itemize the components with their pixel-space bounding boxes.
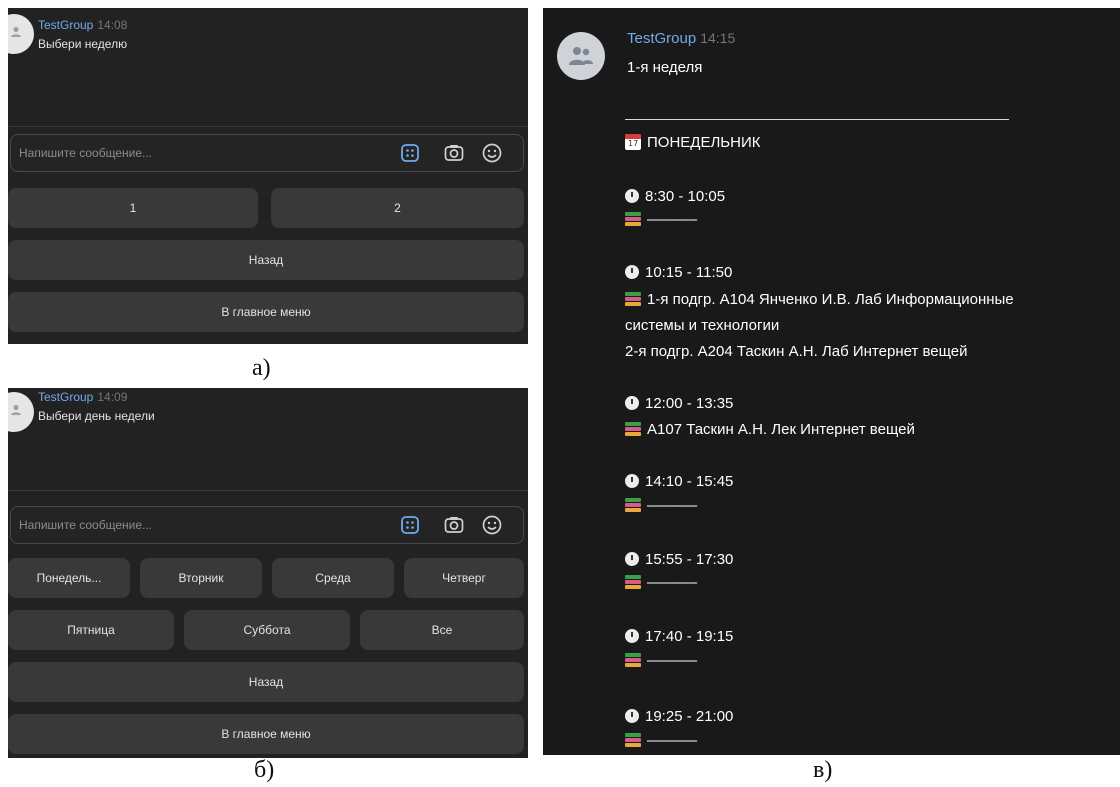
clock-icon [625,189,639,203]
lesson-text: 1-я подгр. А104 Янченко И.В. Лаб Информа… [647,291,1014,308]
message-time: 14:09 [97,390,128,404]
back-button[interactable]: Назад [8,240,524,280]
slot-time-text: 8:30 - 10:05 [645,188,726,205]
panel-schedule: TestGroup 14:15 1-я неделя 17 ПОНЕДЕЛЬНИК … [543,8,1120,755]
group-avatar[interactable] [8,392,34,432]
lesson-text: А107 Таскин А.Н. Лек Интернет вещей [647,421,915,438]
caption-c: в) [813,757,833,783]
separator-line [625,119,1009,120]
books-icon [625,653,641,667]
slot-time: 17:40 - 19:15 [625,628,733,645]
slot-lesson: –––––– [625,652,697,669]
group-avatar[interactable] [557,32,605,80]
slot-time: 19:25 - 21:00 [625,708,733,725]
divider [8,490,528,491]
message-text: Выбери день недели [38,409,155,423]
day-monday-button[interactable]: Понедель... [8,558,130,598]
slot-time: 10:15 - 11:50 [625,264,732,281]
message-time: 14:15 [700,30,736,46]
message-text: Выбери неделю [38,37,128,51]
week-1-button[interactable]: 1 [8,188,258,228]
group-icon [11,404,21,415]
panel-week-select: TestGroup 14:08 Выбери неделю Напишите со… [8,8,528,344]
books-icon [625,212,641,226]
slot-time-text: 12:00 - 13:35 [645,395,734,412]
week-label: 1-я неделя [627,59,703,76]
sender-label[interactable]: TestGroup [38,18,93,32]
clock-icon [625,552,639,566]
day-heading: 17 ПОНЕДЕЛЬНИК [625,134,761,151]
slot-time-text: 17:40 - 19:15 [645,628,734,645]
slot-lesson: 1-я подгр. А104 Янченко И.В. Лаб Информа… [625,291,1014,308]
keyboard-toggle-icon[interactable] [399,142,421,164]
panel-day-select: TestGroup 14:09 Выбери день недели Напиши… [8,388,528,758]
day-thursday-button[interactable]: Четверг [404,558,524,598]
slot-time-text: 15:55 - 17:30 [645,551,734,568]
slot-lesson: –––––– [625,497,697,514]
group-icon [11,26,21,37]
slot-lesson: –––––– [625,574,697,591]
keyboard-toggle-icon[interactable] [399,514,421,536]
message-time: 14:08 [97,18,128,32]
camera-icon[interactable] [443,514,465,536]
message-composer[interactable]: Напишите сообщение... [10,134,524,172]
lesson-text: –––––– [647,211,698,228]
day-wednesday-button[interactable]: Среда [272,558,394,598]
slot-lesson: –––––– [625,732,697,749]
composer-placeholder: Напишите сообщение... [19,146,153,160]
day-tuesday-button[interactable]: Вторник [140,558,262,598]
emoji-icon[interactable] [481,142,503,164]
main-menu-button[interactable]: В главное меню [8,292,524,332]
day-all-button[interactable]: Все [360,610,524,650]
slot-time-text: 10:15 - 11:50 [645,264,733,281]
slot-time-text: 14:10 - 15:45 [645,473,734,490]
sender-label[interactable]: TestGroup [38,390,93,404]
day-friday-button[interactable]: Пятница [8,610,174,650]
books-icon [625,575,641,589]
books-icon [625,498,641,512]
day-name: ПОНЕДЕЛЬНИК [647,134,761,151]
slot-time: 12:00 - 13:35 [625,395,733,412]
composer-placeholder: Напишите сообщение... [19,518,153,532]
message-composer[interactable]: Напишите сообщение... [10,506,524,544]
sender-name[interactable]: TestGroup 14:08 [38,18,127,32]
lesson-text-continued: системы и технологии [625,317,780,334]
camera-icon[interactable] [443,142,465,164]
clock-icon [625,396,639,410]
day-saturday-button[interactable]: Суббота [184,610,350,650]
lesson-text: –––––– [647,574,698,591]
slot-time: 14:10 - 15:45 [625,473,733,490]
week-2-button[interactable]: 2 [271,188,524,228]
books-icon [625,733,641,747]
clock-icon [625,629,639,643]
sender-name[interactable]: TestGroup 14:09 [38,390,127,404]
lesson-text: –––––– [647,497,698,514]
caption-b: б) [254,757,275,783]
lesson-text-subgroup-2: 2-я подгр. А204 Таскин А.Н. Лаб Интернет… [625,343,968,360]
sender-label[interactable]: TestGroup [627,30,696,47]
books-icon [625,422,641,436]
slot-time: 15:55 - 17:30 [625,551,733,568]
slot-time-text: 19:25 - 21:00 [645,708,734,725]
clock-icon [625,265,639,279]
calendar-icon-day: 17 [628,139,639,148]
group-avatar[interactable] [8,14,34,54]
emoji-icon[interactable] [481,514,503,536]
caption-a: а) [252,355,271,381]
back-button[interactable]: Назад [8,662,524,702]
group-icon [569,47,593,65]
slot-lesson: А107 Таскин А.Н. Лек Интернет вещей [625,421,915,438]
lesson-text: –––––– [647,732,698,749]
main-menu-button[interactable]: В главное меню [8,714,524,754]
clock-icon [625,474,639,488]
slot-time: 8:30 - 10:05 [625,188,725,205]
sender-name[interactable]: TestGroup 14:15 [627,30,735,47]
slot-lesson: –––––– [625,211,697,228]
clock-icon [625,709,639,723]
calendar-icon: 17 [625,134,641,150]
lesson-text: –––––– [647,652,698,669]
books-icon [625,292,641,306]
divider [8,126,528,127]
